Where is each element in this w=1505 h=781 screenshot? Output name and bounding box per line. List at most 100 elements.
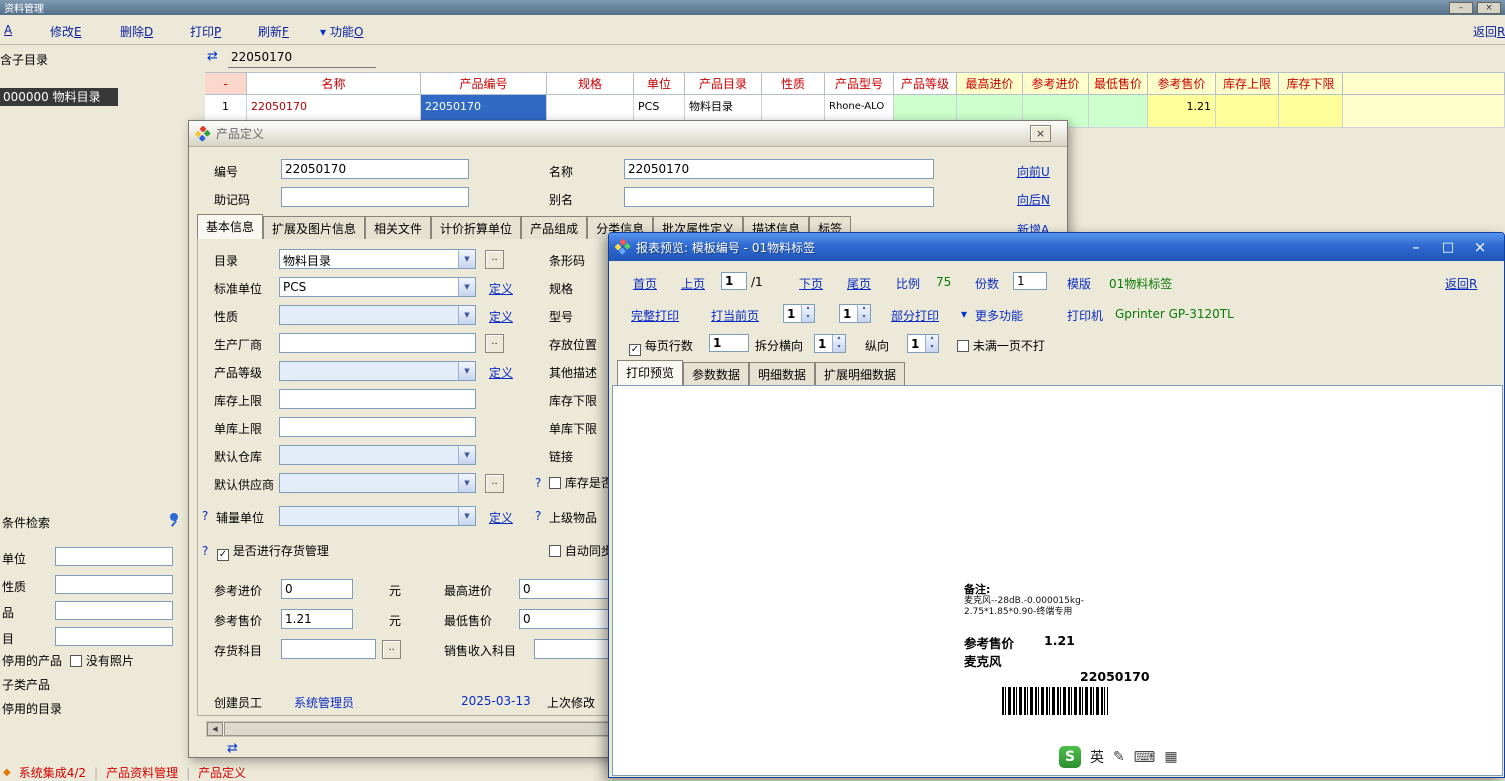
default-supplier-combo[interactable]: ▼ bbox=[279, 473, 476, 493]
chevron-down-icon[interactable]: ▼ bbox=[458, 446, 475, 464]
stock-subject-browse-button[interactable]: .. bbox=[382, 640, 401, 659]
grade-combo[interactable]: ▼ bbox=[279, 361, 476, 381]
sub-product-label[interactable]: 子类产品 bbox=[2, 676, 50, 693]
last-page-link[interactable]: 尾页 bbox=[847, 275, 871, 292]
chevron-down-icon[interactable]: ▼ bbox=[458, 250, 475, 268]
printer-value[interactable]: Gprinter GP-3120TL bbox=[1115, 307, 1234, 321]
report-titlebar[interactable]: 报表预览: 模板编号 - 01物料标签 – □ × bbox=[609, 233, 1504, 261]
spin-down-icon[interactable]: ▾ bbox=[833, 344, 845, 353]
page-number-input[interactable] bbox=[721, 272, 747, 290]
tab-print-preview[interactable]: 打印预览 bbox=[617, 360, 683, 385]
template-value[interactable]: 01物料标签 bbox=[1109, 275, 1172, 292]
aux-unit-define-link[interactable]: 定义 bbox=[489, 509, 513, 526]
manufacturer-browse-button[interactable]: .. bbox=[485, 334, 504, 353]
rows-per-page-input[interactable] bbox=[709, 334, 749, 352]
next-record-link[interactable]: 向后N bbox=[1017, 191, 1050, 208]
stock-share-help-icon[interactable]: ? bbox=[535, 476, 541, 490]
column-header-code[interactable]: 产品编号 bbox=[421, 72, 547, 95]
column-header-select[interactable]: - bbox=[205, 72, 247, 95]
column-header-grade[interactable]: 产品等级 bbox=[894, 72, 957, 95]
next-page-link[interactable]: 下页 bbox=[799, 275, 823, 292]
cell-ref-sell[interactable]: 1.21 bbox=[1148, 95, 1216, 128]
refresh-button[interactable]: 刷新F bbox=[258, 23, 289, 40]
catalog-combo[interactable]: 物料目录▼ bbox=[279, 249, 476, 269]
stock-mgmt-help-icon[interactable]: ? bbox=[202, 544, 208, 558]
close-button[interactable]: × bbox=[1477, 2, 1501, 14]
column-header-nature[interactable]: 性质 bbox=[762, 72, 825, 95]
tab-parameter-data[interactable]: 参数数据 bbox=[683, 362, 749, 385]
no-photo-checkbox[interactable]: 没有照片 bbox=[70, 652, 134, 669]
print-to-value[interactable] bbox=[840, 305, 857, 322]
print-from-spinner[interactable]: ▴▾ bbox=[783, 304, 815, 323]
cell-stock-min[interactable] bbox=[1279, 95, 1343, 128]
search-catalog-input[interactable] bbox=[55, 627, 173, 646]
default-warehouse-combo[interactable]: ▼ bbox=[279, 445, 476, 465]
stock-subject-input[interactable] bbox=[281, 639, 376, 659]
aux-unit-help-icon[interactable]: ? bbox=[202, 509, 208, 523]
spinner-arrows[interactable]: ▴▾ bbox=[925, 335, 938, 352]
column-header-ref-buy[interactable]: 参考进价 bbox=[1023, 72, 1089, 95]
cell-stock-max[interactable] bbox=[1216, 95, 1279, 128]
column-header-model[interactable]: 产品型号 bbox=[825, 72, 894, 95]
more-functions-link[interactable]: 更多功能 bbox=[975, 307, 1023, 324]
column-header-unit[interactable]: 单位 bbox=[634, 72, 685, 95]
std-unit-define-link[interactable]: 定义 bbox=[489, 280, 513, 297]
bottom-tab-product-data[interactable]: 产品资料管理 bbox=[106, 764, 178, 781]
add-button[interactable]: A bbox=[4, 23, 12, 37]
search-nature-input[interactable] bbox=[55, 575, 173, 594]
tab-pricing-units[interactable]: 计价折算单位 bbox=[431, 216, 521, 239]
copies-input[interactable] bbox=[1013, 272, 1047, 290]
full-print-link[interactable]: 完整打印 bbox=[631, 307, 679, 324]
bottom-tab-system[interactable]: 系统集成4/2 bbox=[19, 764, 86, 781]
tab-related-files[interactable]: 相关文件 bbox=[365, 216, 431, 239]
tab-basic-info[interactable]: 基本信息 bbox=[197, 214, 263, 239]
tab-extended-image-info[interactable]: 扩展及图片信息 bbox=[263, 216, 365, 239]
report-close-button[interactable]: × bbox=[1464, 238, 1496, 256]
split-horizontal-spinner[interactable]: ▴▾ bbox=[814, 334, 846, 353]
soft-keyboard-icon[interactable]: ⌨ bbox=[1134, 748, 1156, 766]
spinner-arrows[interactable]: ▴▾ bbox=[857, 305, 870, 322]
first-page-link[interactable]: 首页 bbox=[633, 275, 657, 292]
ref-buy-input[interactable] bbox=[281, 579, 353, 599]
chevron-down-icon[interactable]: ▼ bbox=[458, 278, 475, 296]
prev-page-link[interactable]: 上页 bbox=[681, 275, 705, 292]
column-header-max-buy[interactable]: 最高进价 bbox=[957, 72, 1023, 95]
spin-down-icon[interactable]: ▾ bbox=[926, 344, 938, 353]
sogou-logo[interactable]: S bbox=[1059, 746, 1081, 768]
tab-detail-data[interactable]: 明细数据 bbox=[749, 362, 815, 385]
split-vertical-spinner[interactable]: ▴▾ bbox=[907, 334, 939, 353]
dialog-swap-icon[interactable]: ⇄ bbox=[227, 741, 238, 756]
scroll-left-button[interactable]: ◀ bbox=[207, 722, 223, 736]
name-input[interactable] bbox=[624, 159, 934, 179]
report-back-link[interactable]: 返回R bbox=[1445, 275, 1477, 292]
bottom-tab-product-definition[interactable]: 产品定义 bbox=[198, 764, 246, 781]
spin-down-icon[interactable]: ▾ bbox=[858, 314, 870, 323]
chevron-down-icon[interactable]: ▼ bbox=[458, 306, 475, 324]
cell-min-sell[interactable] bbox=[1089, 95, 1148, 128]
column-header-min-sell[interactable]: 最低售价 bbox=[1089, 72, 1148, 95]
split-horizontal-value[interactable] bbox=[815, 335, 832, 352]
stock-share-checkbox[interactable]: 库存是否 bbox=[549, 474, 613, 491]
search-unit-input[interactable] bbox=[55, 547, 173, 566]
print-button[interactable]: 打印P bbox=[190, 23, 221, 40]
print-from-value[interactable] bbox=[784, 305, 801, 322]
code-input[interactable] bbox=[281, 159, 469, 179]
delete-button[interactable]: 删除D bbox=[120, 23, 153, 40]
print-current-page-link[interactable]: 打当前页 bbox=[711, 307, 759, 324]
minimize-button[interactable]: – bbox=[1449, 2, 1473, 14]
nature-combo[interactable]: ▼ bbox=[279, 305, 476, 325]
split-vertical-value[interactable] bbox=[908, 335, 925, 352]
alias-input[interactable] bbox=[624, 187, 934, 207]
print-to-spinner[interactable]: ▴▾ bbox=[839, 304, 871, 323]
ime-lang-toggle[interactable]: 英 bbox=[1090, 747, 1104, 767]
column-header-ref-sell[interactable]: 参考售价 bbox=[1148, 72, 1216, 95]
column-header-stock-min[interactable]: 库存下限 bbox=[1279, 72, 1343, 95]
auto-sync-checkbox[interactable]: 自动同步 bbox=[549, 542, 613, 559]
tab-product-composition[interactable]: 产品组成 bbox=[521, 216, 587, 239]
disabled-catalog-label[interactable]: 停用的目录 bbox=[2, 700, 62, 717]
prev-record-link[interactable]: 向前U bbox=[1017, 163, 1050, 180]
parent-item-help-icon[interactable]: ? bbox=[535, 509, 541, 523]
grade-define-link[interactable]: 定义 bbox=[489, 364, 513, 381]
report-minimize-button[interactable]: – bbox=[1400, 238, 1432, 256]
std-unit-combo[interactable]: PCS▼ bbox=[279, 277, 476, 297]
